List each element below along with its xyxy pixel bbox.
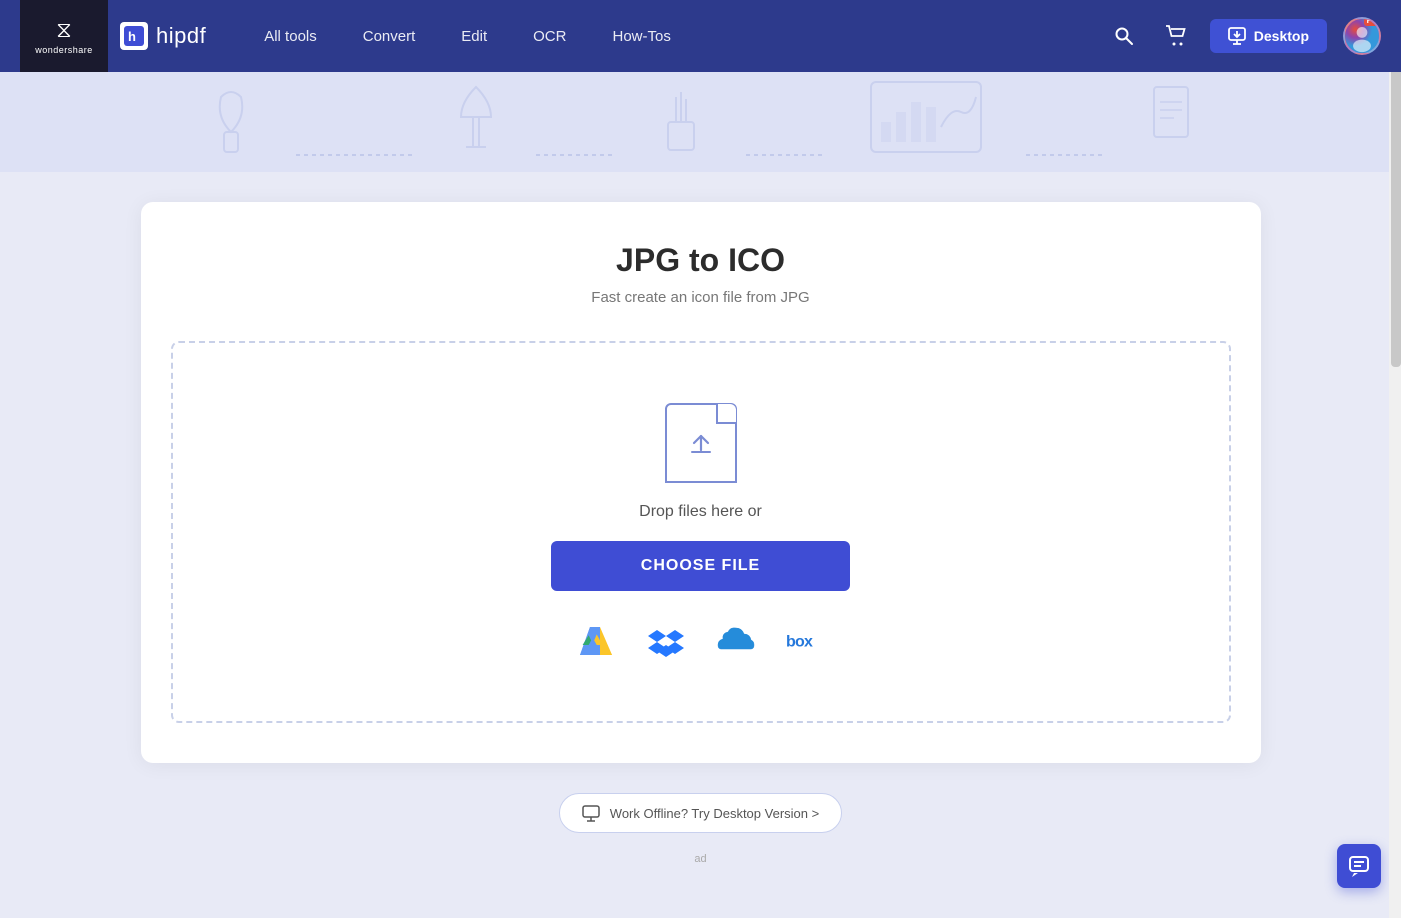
nav-links: All tools Convert Edit OCR How-Tos: [246, 20, 1106, 53]
search-button[interactable]: [1106, 18, 1142, 54]
wondershare-icon: ⧖: [56, 17, 71, 43]
wondershare-label: wondershare: [35, 45, 93, 55]
ad-label: ad: [694, 853, 706, 865]
google-drive-button[interactable]: [576, 621, 616, 661]
scrollbar[interactable]: [1389, 0, 1401, 918]
navbar-actions: Desktop Pro: [1106, 17, 1381, 55]
dropzone[interactable]: Drop files here or CHOOSE FILE: [171, 341, 1231, 723]
tool-subtitle: Fast create an icon file from JPG: [171, 289, 1231, 306]
choose-file-button[interactable]: CHOOSE FILE: [551, 541, 850, 591]
tool-card: JPG to ICO Fast create an icon file from…: [141, 202, 1261, 763]
onedrive-button[interactable]: [716, 621, 756, 661]
hipdf-icon: h: [120, 22, 148, 50]
offline-banner[interactable]: Work Offline? Try Desktop Version >: [559, 793, 842, 833]
nav-how-tos[interactable]: How-Tos: [594, 20, 688, 53]
tool-title: JPG to ICO: [171, 242, 1231, 279]
hipdf-logo[interactable]: h hipdf: [120, 22, 206, 50]
nav-convert[interactable]: Convert: [345, 20, 434, 53]
chat-button[interactable]: [1337, 844, 1381, 888]
nav-all-tools[interactable]: All tools: [246, 20, 335, 53]
navbar: ⧖ wondershare h hipdf All tools Convert …: [0, 0, 1401, 72]
main-content: JPG to ICO Fast create an icon file from…: [0, 172, 1401, 905]
svg-text:h: h: [128, 29, 136, 44]
svg-text:box: box: [786, 634, 813, 651]
nav-edit[interactable]: Edit: [443, 20, 505, 53]
hero-illustration: [206, 77, 1196, 167]
dropbox-button[interactable]: [646, 621, 686, 661]
cart-button[interactable]: [1158, 18, 1194, 54]
box-button[interactable]: box: [786, 621, 826, 661]
user-avatar[interactable]: Pro: [1343, 17, 1381, 55]
cloud-sources: box: [576, 621, 826, 661]
upload-icon: [665, 403, 737, 483]
pro-badge: Pro: [1364, 17, 1381, 26]
nav-ocr[interactable]: OCR: [515, 20, 584, 53]
offline-text: Work Offline? Try Desktop Version >: [610, 806, 819, 821]
drop-text: Drop files here or: [639, 503, 762, 521]
hipdf-text: hipdf: [156, 23, 206, 49]
hero-banner: [0, 72, 1401, 172]
wondershare-brand[interactable]: ⧖ wondershare: [20, 0, 108, 72]
desktop-button[interactable]: Desktop: [1210, 19, 1327, 53]
desktop-btn-label: Desktop: [1254, 28, 1309, 44]
